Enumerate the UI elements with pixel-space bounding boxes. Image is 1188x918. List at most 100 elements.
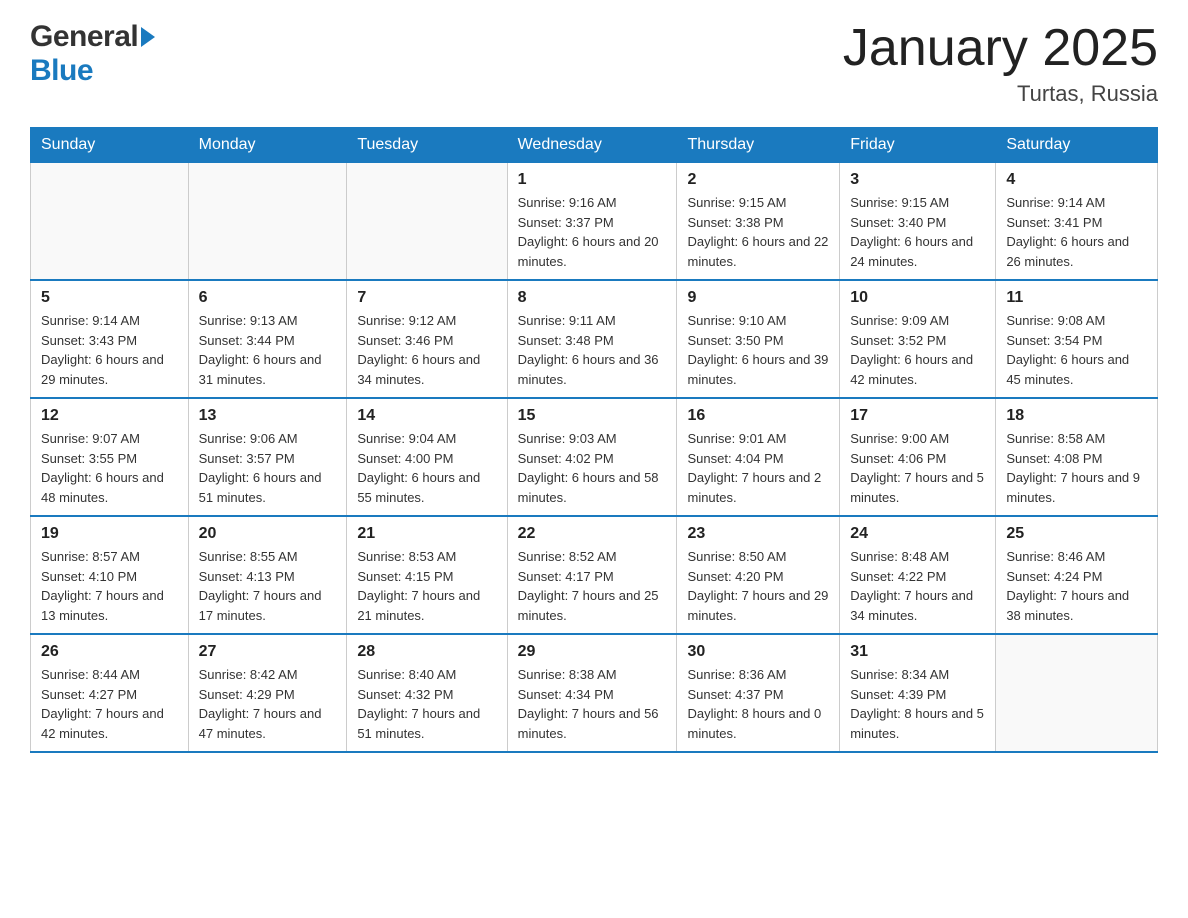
- logo-general-text: General: [30, 20, 138, 54]
- day-cell: [996, 634, 1158, 752]
- day-info: Sunrise: 9:15 AMSunset: 3:38 PMDaylight:…: [687, 193, 829, 271]
- day-number: 24: [850, 525, 985, 543]
- day-cell: 1 Sunrise: 9:16 AMSunset: 3:37 PMDaylight…: [507, 163, 677, 281]
- day-cell: 19 Sunrise: 8:57 AMSunset: 4:10 PMDayligh…: [31, 516, 189, 634]
- day-cell: 4 Sunrise: 9:14 AMSunset: 3:41 PMDaylight…: [996, 163, 1158, 281]
- day-number: 4: [1006, 171, 1147, 189]
- day-cell: 22 Sunrise: 8:52 AMSunset: 4:17 PMDayligh…: [507, 516, 677, 634]
- day-cell: 8 Sunrise: 9:11 AMSunset: 3:48 PMDaylight…: [507, 280, 677, 398]
- day-cell: 17 Sunrise: 9:00 AMSunset: 4:06 PMDayligh…: [840, 398, 996, 516]
- day-number: 5: [41, 289, 178, 307]
- header-cell-thursday: Thursday: [677, 128, 840, 163]
- day-info: Sunrise: 8:48 AMSunset: 4:22 PMDaylight:…: [850, 547, 985, 625]
- day-number: 7: [357, 289, 496, 307]
- day-number: 27: [199, 643, 337, 661]
- day-cell: 28 Sunrise: 8:40 AMSunset: 4:32 PMDayligh…: [347, 634, 507, 752]
- day-number: 9: [687, 289, 829, 307]
- day-info: Sunrise: 8:57 AMSunset: 4:10 PMDaylight:…: [41, 547, 178, 625]
- day-info: Sunrise: 9:14 AMSunset: 3:41 PMDaylight:…: [1006, 193, 1147, 271]
- day-cell: [188, 163, 347, 281]
- day-number: 8: [518, 289, 667, 307]
- day-cell: 31 Sunrise: 8:34 AMSunset: 4:39 PMDayligh…: [840, 634, 996, 752]
- day-info: Sunrise: 9:14 AMSunset: 3:43 PMDaylight:…: [41, 311, 178, 389]
- day-info: Sunrise: 9:09 AMSunset: 3:52 PMDaylight:…: [850, 311, 985, 389]
- logo: General Blue: [30, 20, 155, 88]
- day-cell: 2 Sunrise: 9:15 AMSunset: 3:38 PMDaylight…: [677, 163, 840, 281]
- day-number: 30: [687, 643, 829, 661]
- header-cell-tuesday: Tuesday: [347, 128, 507, 163]
- logo-triangle-icon: [141, 27, 155, 47]
- day-number: 6: [199, 289, 337, 307]
- day-cell: 20Sunrise: 8:55 AMSunset: 4:13 PMDayligh…: [188, 516, 347, 634]
- day-number: 1: [518, 171, 667, 189]
- day-number: 11: [1006, 289, 1147, 307]
- header-row: SundayMondayTuesdayWednesdayThursdayFrid…: [31, 128, 1158, 163]
- day-number: 13: [199, 407, 337, 425]
- day-cell: 25Sunrise: 8:46 AMSunset: 4:24 PMDayligh…: [996, 516, 1158, 634]
- week-row-1: 1 Sunrise: 9:16 AMSunset: 3:37 PMDaylight…: [31, 163, 1158, 281]
- calendar-header: SundayMondayTuesdayWednesdayThursdayFrid…: [31, 128, 1158, 163]
- day-cell: 6Sunrise: 9:13 AMSunset: 3:44 PMDaylight…: [188, 280, 347, 398]
- day-number: 22: [518, 525, 667, 543]
- day-cell: 27 Sunrise: 8:42 AMSunset: 4:29 PMDayligh…: [188, 634, 347, 752]
- day-number: 17: [850, 407, 985, 425]
- day-info: Sunrise: 9:12 AMSunset: 3:46 PMDaylight:…: [357, 311, 496, 389]
- day-number: 29: [518, 643, 667, 661]
- header-cell-saturday: Saturday: [996, 128, 1158, 163]
- week-row-4: 19 Sunrise: 8:57 AMSunset: 4:10 PMDayligh…: [31, 516, 1158, 634]
- day-cell: 30 Sunrise: 8:36 AMSunset: 4:37 PMDayligh…: [677, 634, 840, 752]
- day-cell: 23Sunrise: 8:50 AMSunset: 4:20 PMDayligh…: [677, 516, 840, 634]
- day-info: Sunrise: 8:40 AMSunset: 4:32 PMDaylight:…: [357, 665, 496, 743]
- day-cell: 16Sunrise: 9:01 AMSunset: 4:04 PMDayligh…: [677, 398, 840, 516]
- day-info: Sunrise: 9:00 AMSunset: 4:06 PMDaylight:…: [850, 429, 985, 507]
- day-info: Sunrise: 8:42 AMSunset: 4:29 PMDaylight:…: [199, 665, 337, 743]
- day-info: Sunrise: 9:08 AMSunset: 3:54 PMDaylight:…: [1006, 311, 1147, 389]
- day-info: Sunrise: 9:16 AMSunset: 3:37 PMDaylight:…: [518, 193, 667, 271]
- week-row-3: 12Sunrise: 9:07 AMSunset: 3:55 PMDayligh…: [31, 398, 1158, 516]
- day-cell: 11 Sunrise: 9:08 AMSunset: 3:54 PMDayligh…: [996, 280, 1158, 398]
- week-row-5: 26Sunrise: 8:44 AMSunset: 4:27 PMDayligh…: [31, 634, 1158, 752]
- day-number: 21: [357, 525, 496, 543]
- day-cell: 13 Sunrise: 9:06 AMSunset: 3:57 PMDayligh…: [188, 398, 347, 516]
- day-info: Sunrise: 8:53 AMSunset: 4:15 PMDaylight:…: [357, 547, 496, 625]
- header-cell-sunday: Sunday: [31, 128, 189, 163]
- day-cell: 10Sunrise: 9:09 AMSunset: 3:52 PMDayligh…: [840, 280, 996, 398]
- day-info: Sunrise: 8:50 AMSunset: 4:20 PMDaylight:…: [687, 547, 829, 625]
- location-title: Turtas, Russia: [843, 81, 1158, 107]
- month-title: January 2025: [843, 20, 1158, 77]
- day-number: 18: [1006, 407, 1147, 425]
- day-cell: 21 Sunrise: 8:53 AMSunset: 4:15 PMDayligh…: [347, 516, 507, 634]
- day-cell: [347, 163, 507, 281]
- day-info: Sunrise: 9:06 AMSunset: 3:57 PMDaylight:…: [199, 429, 337, 507]
- day-number: 31: [850, 643, 985, 661]
- day-number: 19: [41, 525, 178, 543]
- calendar-table: SundayMondayTuesdayWednesdayThursdayFrid…: [30, 127, 1158, 753]
- day-cell: 14Sunrise: 9:04 AMSunset: 4:00 PMDayligh…: [347, 398, 507, 516]
- day-cell: 24 Sunrise: 8:48 AMSunset: 4:22 PMDayligh…: [840, 516, 996, 634]
- day-info: Sunrise: 9:10 AMSunset: 3:50 PMDaylight:…: [687, 311, 829, 389]
- header-cell-friday: Friday: [840, 128, 996, 163]
- day-cell: 29 Sunrise: 8:38 AMSunset: 4:34 PMDayligh…: [507, 634, 677, 752]
- page-header: General Blue January 2025 Turtas, Russia: [30, 20, 1158, 107]
- day-cell: 7 Sunrise: 9:12 AMSunset: 3:46 PMDaylight…: [347, 280, 507, 398]
- day-cell: 26Sunrise: 8:44 AMSunset: 4:27 PMDayligh…: [31, 634, 189, 752]
- day-number: 16: [687, 407, 829, 425]
- day-info: Sunrise: 8:36 AMSunset: 4:37 PMDaylight:…: [687, 665, 829, 743]
- day-cell: [31, 163, 189, 281]
- day-number: 3: [850, 171, 985, 189]
- day-info: Sunrise: 8:52 AMSunset: 4:17 PMDaylight:…: [518, 547, 667, 625]
- day-info: Sunrise: 9:07 AMSunset: 3:55 PMDaylight:…: [41, 429, 178, 507]
- day-cell: 15Sunrise: 9:03 AMSunset: 4:02 PMDayligh…: [507, 398, 677, 516]
- day-info: Sunrise: 8:58 AMSunset: 4:08 PMDaylight:…: [1006, 429, 1147, 507]
- header-cell-monday: Monday: [188, 128, 347, 163]
- day-info: Sunrise: 8:38 AMSunset: 4:34 PMDaylight:…: [518, 665, 667, 743]
- week-row-2: 5 Sunrise: 9:14 AMSunset: 3:43 PMDaylight…: [31, 280, 1158, 398]
- day-info: Sunrise: 9:11 AMSunset: 3:48 PMDaylight:…: [518, 311, 667, 389]
- day-number: 25: [1006, 525, 1147, 543]
- day-number: 2: [687, 171, 829, 189]
- day-info: Sunrise: 8:34 AMSunset: 4:39 PMDaylight:…: [850, 665, 985, 743]
- day-info: Sunrise: 8:55 AMSunset: 4:13 PMDaylight:…: [199, 547, 337, 625]
- day-cell: 12Sunrise: 9:07 AMSunset: 3:55 PMDayligh…: [31, 398, 189, 516]
- day-info: Sunrise: 9:04 AMSunset: 4:00 PMDaylight:…: [357, 429, 496, 507]
- day-number: 28: [357, 643, 496, 661]
